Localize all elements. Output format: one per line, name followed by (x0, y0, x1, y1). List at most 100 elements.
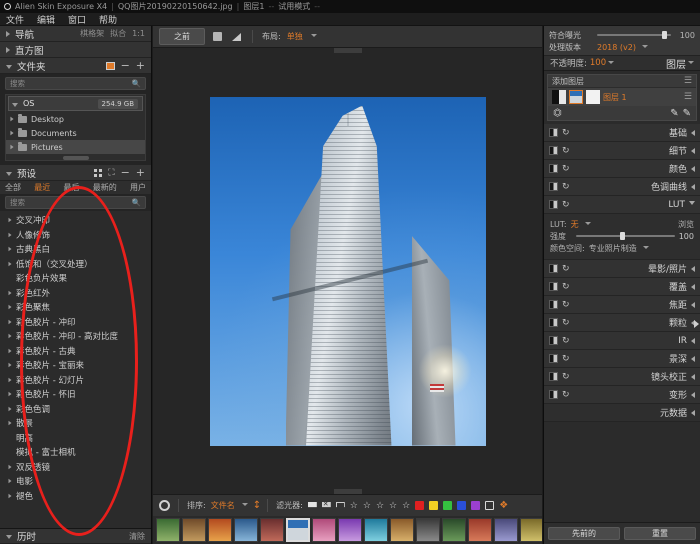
toggle-icon[interactable] (549, 264, 558, 273)
canvas-bottom-handle[interactable] (334, 489, 362, 494)
chevron-down-icon[interactable] (642, 45, 648, 48)
chevron-down-icon[interactable] (585, 222, 591, 225)
section-vignette[interactable]: ↻ 晕影/照片 (544, 260, 700, 278)
list-item[interactable]: 彩色胶片 - 冲印 - 高对比度 (0, 329, 151, 344)
preset-tab-newest[interactable]: 最新的 (93, 182, 117, 193)
list-item[interactable]: 散景 (0, 416, 151, 431)
color-label-none[interactable] (485, 501, 494, 510)
chevron-left-icon[interactable] (691, 266, 695, 272)
reset-button[interactable]: 重置 (624, 527, 696, 540)
list-item[interactable]: 人像修饰 (0, 228, 151, 243)
color-label-green[interactable] (443, 501, 452, 510)
toggle-icon[interactable] (549, 390, 558, 399)
chevron-right-icon[interactable] (9, 233, 12, 238)
flag-pick-icon[interactable] (308, 502, 317, 510)
grid-view-icon[interactable] (94, 169, 102, 177)
chevron-right-icon[interactable] (9, 465, 12, 470)
canvas-top-handle[interactable] (334, 48, 362, 53)
thumbnail[interactable] (416, 518, 440, 542)
chevron-down-icon[interactable] (12, 103, 18, 107)
list-item[interactable]: 交叉冲印 (0, 213, 151, 228)
thumbnail[interactable] (260, 518, 284, 542)
chevron-right-icon[interactable] (6, 47, 10, 53)
chevron-right-icon[interactable] (9, 421, 12, 426)
chevron-left-icon[interactable] (691, 338, 695, 344)
layer-mask-thumbnail[interactable] (586, 90, 600, 104)
reset-icon[interactable]: ↻ (562, 164, 570, 174)
color-label-blue[interactable] (457, 501, 466, 510)
section-overlay[interactable]: ↻ 覆盖 (544, 278, 700, 296)
panel-collapse-arrow-icon[interactable] (694, 320, 699, 328)
chevron-down-icon[interactable] (688, 61, 694, 64)
thumbnail[interactable] (208, 518, 232, 542)
folder-search-input[interactable]: 搜索 🔍 (5, 77, 146, 90)
nav-option-oneone[interactable]: 1:1 (132, 29, 145, 38)
folder-tree-scrollbar[interactable] (63, 156, 89, 160)
chevron-left-icon[interactable] (691, 166, 695, 172)
eraser-icon[interactable]: ✎ (683, 108, 691, 119)
chevron-down-icon[interactable] (6, 172, 12, 176)
add-layer-row[interactable]: 添加图层 ☰ (548, 75, 696, 88)
section-focus[interactable]: ↻ 焦距 (544, 296, 700, 314)
chevron-right-icon[interactable] (9, 407, 12, 412)
chevron-left-icon[interactable] (691, 356, 695, 362)
crop-icon[interactable]: ⏣ (553, 108, 562, 119)
chevron-left-icon[interactable] (691, 374, 695, 380)
list-item[interactable]: 彩色色调 (0, 402, 151, 417)
section-bokeh[interactable]: ↻ 景深 (544, 350, 700, 368)
section-lens-correction[interactable]: ↻ 镜头校正 (544, 368, 700, 386)
chevron-right-icon[interactable] (9, 218, 12, 223)
lut-value[interactable]: 无 (571, 219, 579, 230)
toggle-icon[interactable] (549, 372, 558, 381)
chevron-right-icon[interactable] (9, 494, 12, 499)
chevron-down-icon[interactable] (6, 65, 12, 69)
layout-value[interactable]: 单独 (287, 31, 303, 42)
sort-direction-icon[interactable]: ↕ (253, 500, 259, 511)
tree-row-documents[interactable]: Documents (6, 126, 145, 140)
folders-add-button[interactable]: + (136, 60, 145, 71)
list-item[interactable]: 彩色胶片 - 古典 (0, 344, 151, 359)
panel-folders[interactable]: 文件夹 − + (0, 58, 151, 74)
menu-window[interactable]: 窗口 (68, 13, 86, 26)
toggle-icon[interactable] (549, 282, 558, 291)
thumbnail[interactable] (468, 518, 492, 542)
toggle-icon[interactable] (549, 164, 558, 173)
chevron-left-icon[interactable] (691, 284, 695, 290)
section-distortion[interactable]: ↻ 变形 (544, 386, 700, 404)
menu-file[interactable]: 文件 (6, 13, 24, 26)
chevron-right-icon[interactable] (9, 320, 12, 325)
thumbnail-selected[interactable] (286, 518, 310, 542)
reset-icon[interactable]: ↻ (562, 282, 570, 292)
section-ir[interactable]: ↻ IR (544, 332, 700, 350)
toggle-icon[interactable] (549, 300, 558, 309)
reset-icon[interactable]: ↻ (562, 336, 570, 346)
section-lut[interactable]: ↻ LUT (544, 196, 700, 214)
previous-button[interactable]: 之前 (159, 28, 205, 45)
reset-icon[interactable]: ↻ (562, 372, 570, 382)
panel-presets[interactable]: 预设 ⛶ − + (0, 165, 151, 181)
preset-tab-user[interactable]: 用户 (130, 182, 146, 193)
thumbnail[interactable] (182, 518, 206, 542)
chevron-right-icon[interactable] (10, 117, 13, 122)
color-label-purple[interactable] (471, 501, 480, 510)
compare-view-icon[interactable] (211, 31, 224, 43)
color-label-yellow[interactable] (429, 501, 438, 510)
chevron-left-icon[interactable] (691, 392, 695, 398)
list-item[interactable]: 彩色聚焦 (0, 300, 151, 315)
brush-icon[interactable]: ❖ (499, 500, 508, 511)
chevron-right-icon[interactable] (9, 479, 12, 484)
opacity-value[interactable]: 100 (590, 58, 606, 68)
chevron-down-icon[interactable] (242, 503, 248, 506)
list-item[interactable]: 彩色胶片 - 宝丽来 (0, 358, 151, 373)
panel-history[interactable]: 历时 清除 (0, 528, 151, 544)
chevron-right-icon[interactable] (9, 392, 12, 397)
lut-browse-button[interactable]: 浏览 (678, 219, 694, 230)
thumbnail[interactable] (494, 518, 518, 542)
reset-icon[interactable]: ↻ (562, 264, 570, 274)
section-grain[interactable]: ↻ 颗粒 (544, 314, 700, 332)
toggle-icon[interactable] (549, 354, 558, 363)
thumbnail[interactable] (390, 518, 414, 542)
list-item[interactable]: 模拟 - 富士相机 (0, 445, 151, 460)
section-basic[interactable]: ↻ 基础 (544, 124, 700, 142)
thumbnail[interactable] (520, 518, 542, 542)
